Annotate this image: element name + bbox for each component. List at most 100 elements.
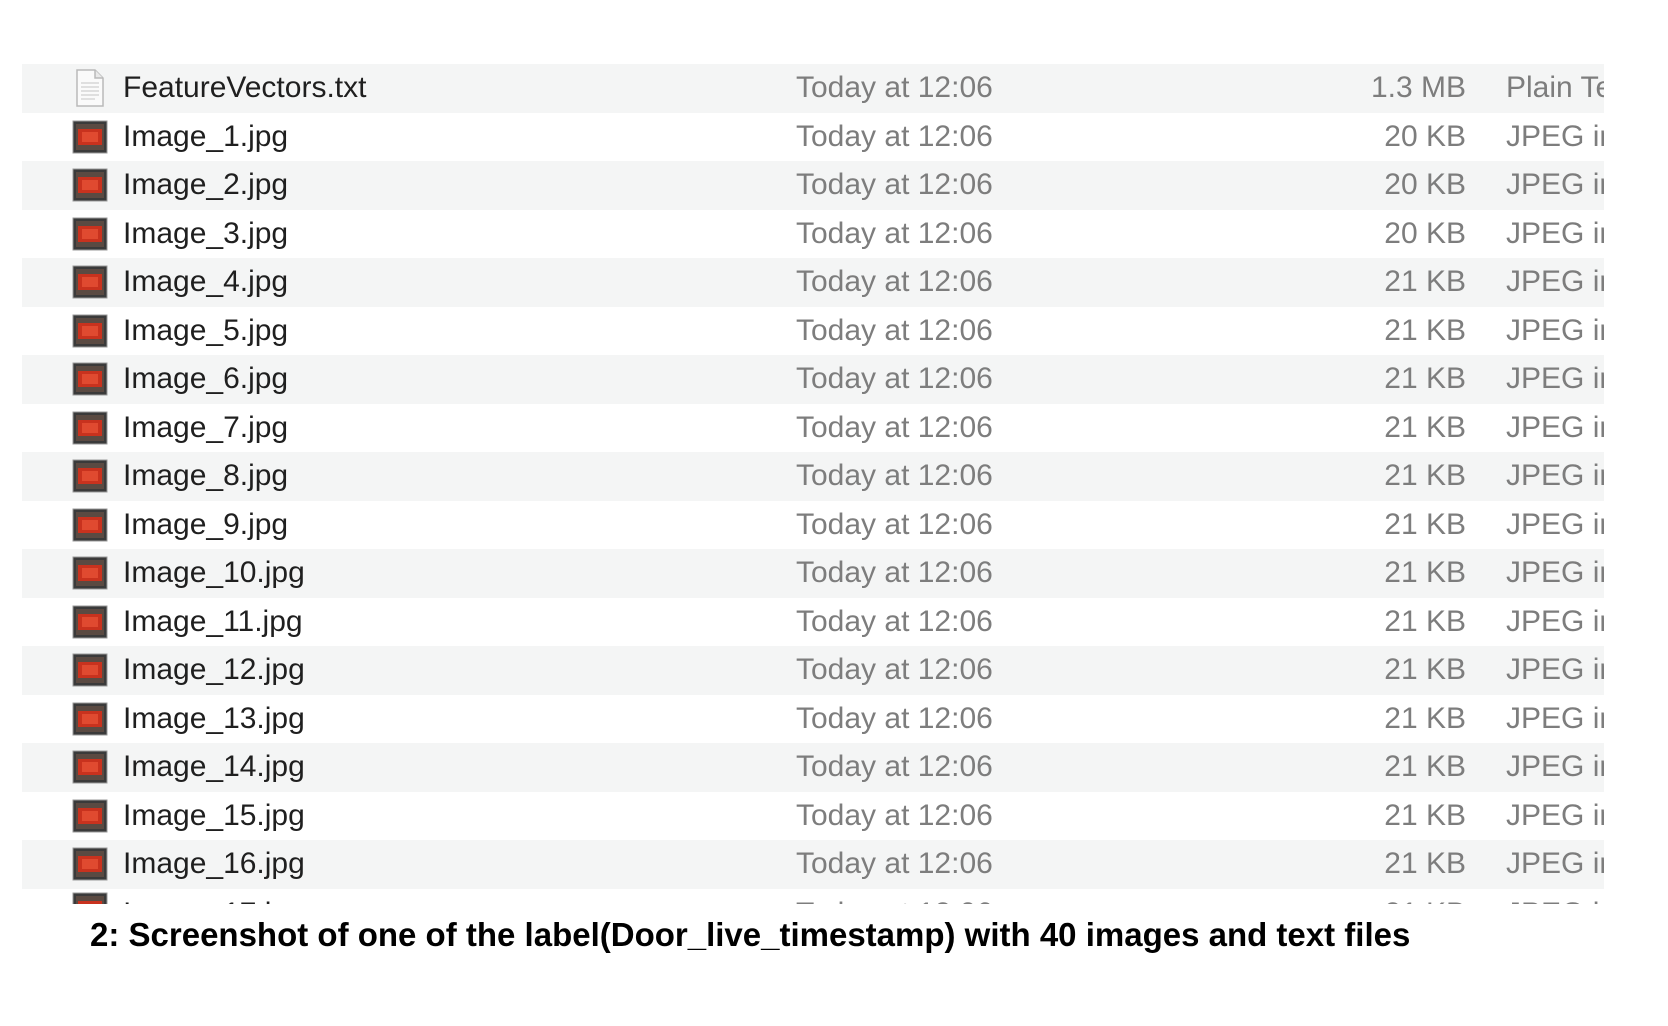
file-name: Image_15.jpg [123,798,305,832]
file-date-modified: Today at 12:06 [796,410,993,444]
file-kind: JPEG image [1506,218,1604,249]
file-name: Image_3.jpg [123,216,289,250]
jpeg-file-icon [72,747,108,787]
file-name: Image_12.jpg [123,653,305,687]
jpeg-file-icon [72,165,108,205]
file-row[interactable]: Image_3.jpg Today at 12:06 20 KB JPEG image [22,210,1604,259]
file-date-modified: Today at 12:06 [796,168,993,202]
file-date-modified: Today at 12:06 [796,265,993,299]
file-row[interactable]: Image_17.jpg Today at 12:06 21 KB JPEG imag… [22,889,1604,905]
file-name: Image_7.jpg [123,410,289,444]
file-date-modified: Today at 12:06 [796,847,993,881]
file-date-modified: Today at 12:06 [796,898,993,904]
file-kind: JPEG image [1506,655,1604,686]
file-size: 20 KB [1384,168,1466,202]
file-name: Image_1.jpg [123,119,289,153]
file-size: 1.3 MB [1370,71,1466,105]
file-row[interactable]: Image_11.jpg Today at 12:06 21 KB JPEG imag… [22,598,1604,647]
file-name: Image_17.jpg [123,898,305,904]
file-name: Image_13.jpg [123,701,305,735]
file-size: 20 KB [1384,216,1466,250]
file-size: 21 KB [1384,701,1466,735]
file-size: 21 KB [1384,750,1466,784]
file-kind: JPEG image [1506,899,1604,905]
file-kind: JPEG image [1506,121,1604,152]
file-kind: JPEG image [1506,606,1604,637]
file-kind: JPEG image [1506,752,1604,783]
file-date-modified: Today at 12:06 [796,701,993,735]
jpeg-file-icon [72,262,108,302]
figure-caption: 2: Screenshot of one of the label(Door_l… [90,916,1411,953]
file-row[interactable]: Image_4.jpg Today at 12:06 21 KB JPEG image [22,258,1604,307]
file-row[interactable]: Image_15.jpg Today at 12:06 21 KB JPEG imag… [22,792,1604,841]
jpeg-file-icon [72,844,108,884]
file-row[interactable]: Image_1.jpg Today at 12:06 20 KB JPEG image [22,113,1604,162]
file-row[interactable]: Image_8.jpg Today at 12:06 21 KB JPEG image [22,452,1604,501]
file-size: 21 KB [1384,556,1466,590]
file-row[interactable]: Image_14.jpg Today at 12:06 21 KB JPEG imag… [22,743,1604,792]
file-size: 21 KB [1384,604,1466,638]
file-list: FeatureVectors.txt Today at 12:06 1.3 MB Pl… [22,64,1604,904]
file-kind: JPEG image [1506,800,1604,831]
file-kind: JPEG image [1506,703,1604,734]
file-date-modified: Today at 12:06 [796,459,993,493]
jpeg-file-icon [72,456,108,496]
file-date-modified: Today at 12:06 [796,313,993,347]
jpeg-file-icon [72,359,108,399]
file-size: 21 KB [1384,313,1466,347]
file-size: 21 KB [1384,898,1466,904]
jpeg-file-icon [72,602,108,642]
file-date-modified: Today at 12:06 [796,798,993,832]
file-name: Image_14.jpg [123,750,305,784]
file-row[interactable]: Image_7.jpg Today at 12:06 21 KB JPEG image [22,404,1604,453]
file-row[interactable]: Image_10.jpg Today at 12:06 21 KB JPEG imag… [22,549,1604,598]
file-row[interactable]: Image_9.jpg Today at 12:06 21 KB JPEG image [22,501,1604,550]
file-size: 21 KB [1384,653,1466,687]
file-name: Image_6.jpg [123,362,289,396]
file-row[interactable]: FeatureVectors.txt Today at 12:06 1.3 MB Pl… [22,64,1604,113]
jpeg-file-icon [72,553,108,593]
file-size: 21 KB [1384,798,1466,832]
file-row[interactable]: Image_16.jpg Today at 12:06 21 KB JPEG imag… [22,840,1604,889]
file-kind: JPEG image [1506,170,1604,201]
file-date-modified: Today at 12:06 [796,362,993,396]
file-size: 21 KB [1384,459,1466,493]
text-file-icon [72,68,108,108]
jpeg-file-icon [72,214,108,254]
file-kind: JPEG image [1506,461,1604,492]
jpeg-file-icon [72,408,108,448]
file-row[interactable]: Image_13.jpg Today at 12:06 21 KB JPEG imag… [22,695,1604,744]
jpeg-file-icon [72,505,108,545]
file-row[interactable]: Image_6.jpg Today at 12:06 21 KB JPEG image [22,355,1604,404]
file-size: 21 KB [1384,265,1466,299]
file-row[interactable]: Image_5.jpg Today at 12:06 21 KB JPEG image [22,307,1604,356]
file-date-modified: Today at 12:06 [796,556,993,590]
jpeg-file-icon [72,311,108,351]
file-name: Image_16.jpg [123,847,305,881]
file-date-modified: Today at 12:06 [796,750,993,784]
jpeg-file-icon [72,117,108,157]
file-kind: Plain Text [1506,73,1604,104]
file-date-modified: Today at 12:06 [796,507,993,541]
file-date-modified: Today at 12:06 [796,604,993,638]
file-row[interactable]: Image_2.jpg Today at 12:06 20 KB JPEG image [22,161,1604,210]
file-name: Image_5.jpg [123,313,289,347]
file-name: FeatureVectors.txt [123,71,367,105]
file-name: Image_8.jpg [123,459,289,493]
file-kind: JPEG image [1506,558,1604,589]
file-name: Image_2.jpg [123,168,289,202]
file-date-modified: Today at 12:06 [796,216,993,250]
file-date-modified: Today at 12:06 [796,71,993,105]
file-size: 21 KB [1384,847,1466,881]
file-row[interactable]: Image_12.jpg Today at 12:06 21 KB JPEG imag… [22,646,1604,695]
file-kind: JPEG image [1506,315,1604,346]
file-kind: JPEG image [1506,849,1604,880]
jpeg-file-icon [72,889,108,904]
file-kind: JPEG image [1506,509,1604,540]
jpeg-file-icon [72,650,108,690]
file-name: Image_10.jpg [123,556,305,590]
file-size: 20 KB [1384,119,1466,153]
file-size: 21 KB [1384,410,1466,444]
file-name: Image_11.jpg [123,604,303,638]
jpeg-file-icon [72,699,108,739]
